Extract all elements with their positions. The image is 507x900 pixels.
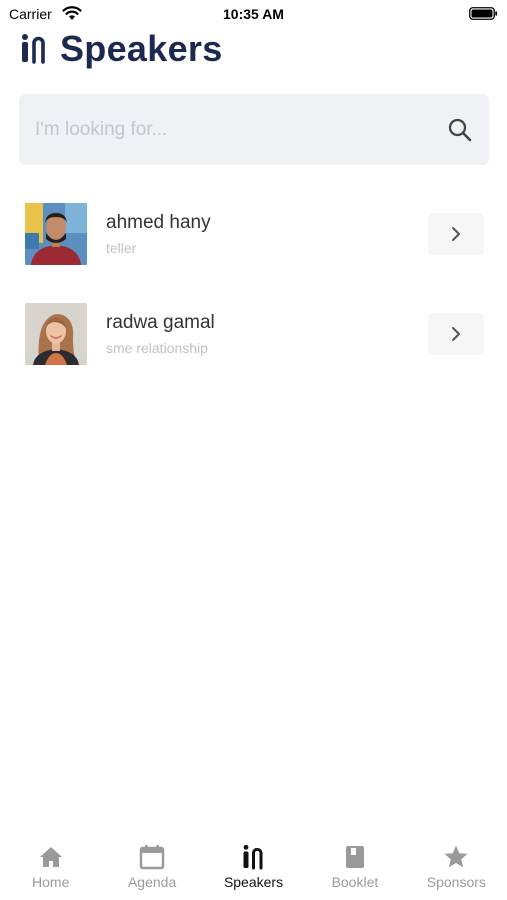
star-icon	[444, 845, 468, 868]
tab-label: Sponsors	[426, 874, 486, 890]
search-icon[interactable]	[447, 117, 473, 143]
book-icon	[345, 846, 364, 868]
tab-label: Booklet	[331, 874, 379, 890]
speaker-role: sme relationship	[106, 340, 208, 356]
calendar-icon	[139, 845, 165, 870]
avatar	[25, 303, 87, 365]
speaker-details-button[interactable]	[428, 213, 484, 255]
chevron-right-icon	[452, 227, 460, 241]
speaker-name: ahmed hany	[106, 212, 211, 233]
tab-label: Home	[32, 874, 70, 890]
speakers-logo-icon	[22, 34, 45, 64]
chevron-right-icon	[452, 327, 460, 341]
tab-bar: Home Agenda Speakers Booklet Sponsors	[0, 834, 507, 900]
tab-sponsors[interactable]: Sponsors	[406, 834, 507, 900]
tab-home[interactable]: Home	[0, 834, 101, 900]
search-input[interactable]	[35, 118, 447, 141]
speaker-role: teller	[106, 240, 137, 256]
tab-speakers[interactable]: Speakers	[203, 834, 304, 900]
battery-icon	[469, 7, 498, 20]
page-title: Speakers	[60, 28, 223, 69]
speaker-details-button[interactable]	[428, 313, 484, 355]
page-header: Speakers	[20, 28, 223, 70]
speaker-name: radwa gamal	[106, 312, 215, 333]
speakers-icon	[243, 844, 263, 870]
tab-agenda[interactable]: Agenda	[101, 834, 202, 900]
search-bar[interactable]	[19, 94, 489, 165]
speaker-row[interactable]: radwa gamal sme relationship	[25, 300, 485, 400]
speaker-list: ahmed hany teller radwa gamal sme relati…	[25, 200, 485, 400]
avatar	[25, 203, 87, 265]
tab-booklet[interactable]: Booklet	[304, 834, 405, 900]
speaker-row[interactable]: ahmed hany teller	[25, 200, 485, 300]
status-time: 10:35 AM	[223, 6, 284, 22]
tab-label: Speakers	[223, 874, 284, 890]
status-bar: Carrier 10:35 AM	[0, 0, 507, 30]
tab-label: Agenda	[127, 874, 177, 890]
home-icon	[39, 847, 62, 867]
